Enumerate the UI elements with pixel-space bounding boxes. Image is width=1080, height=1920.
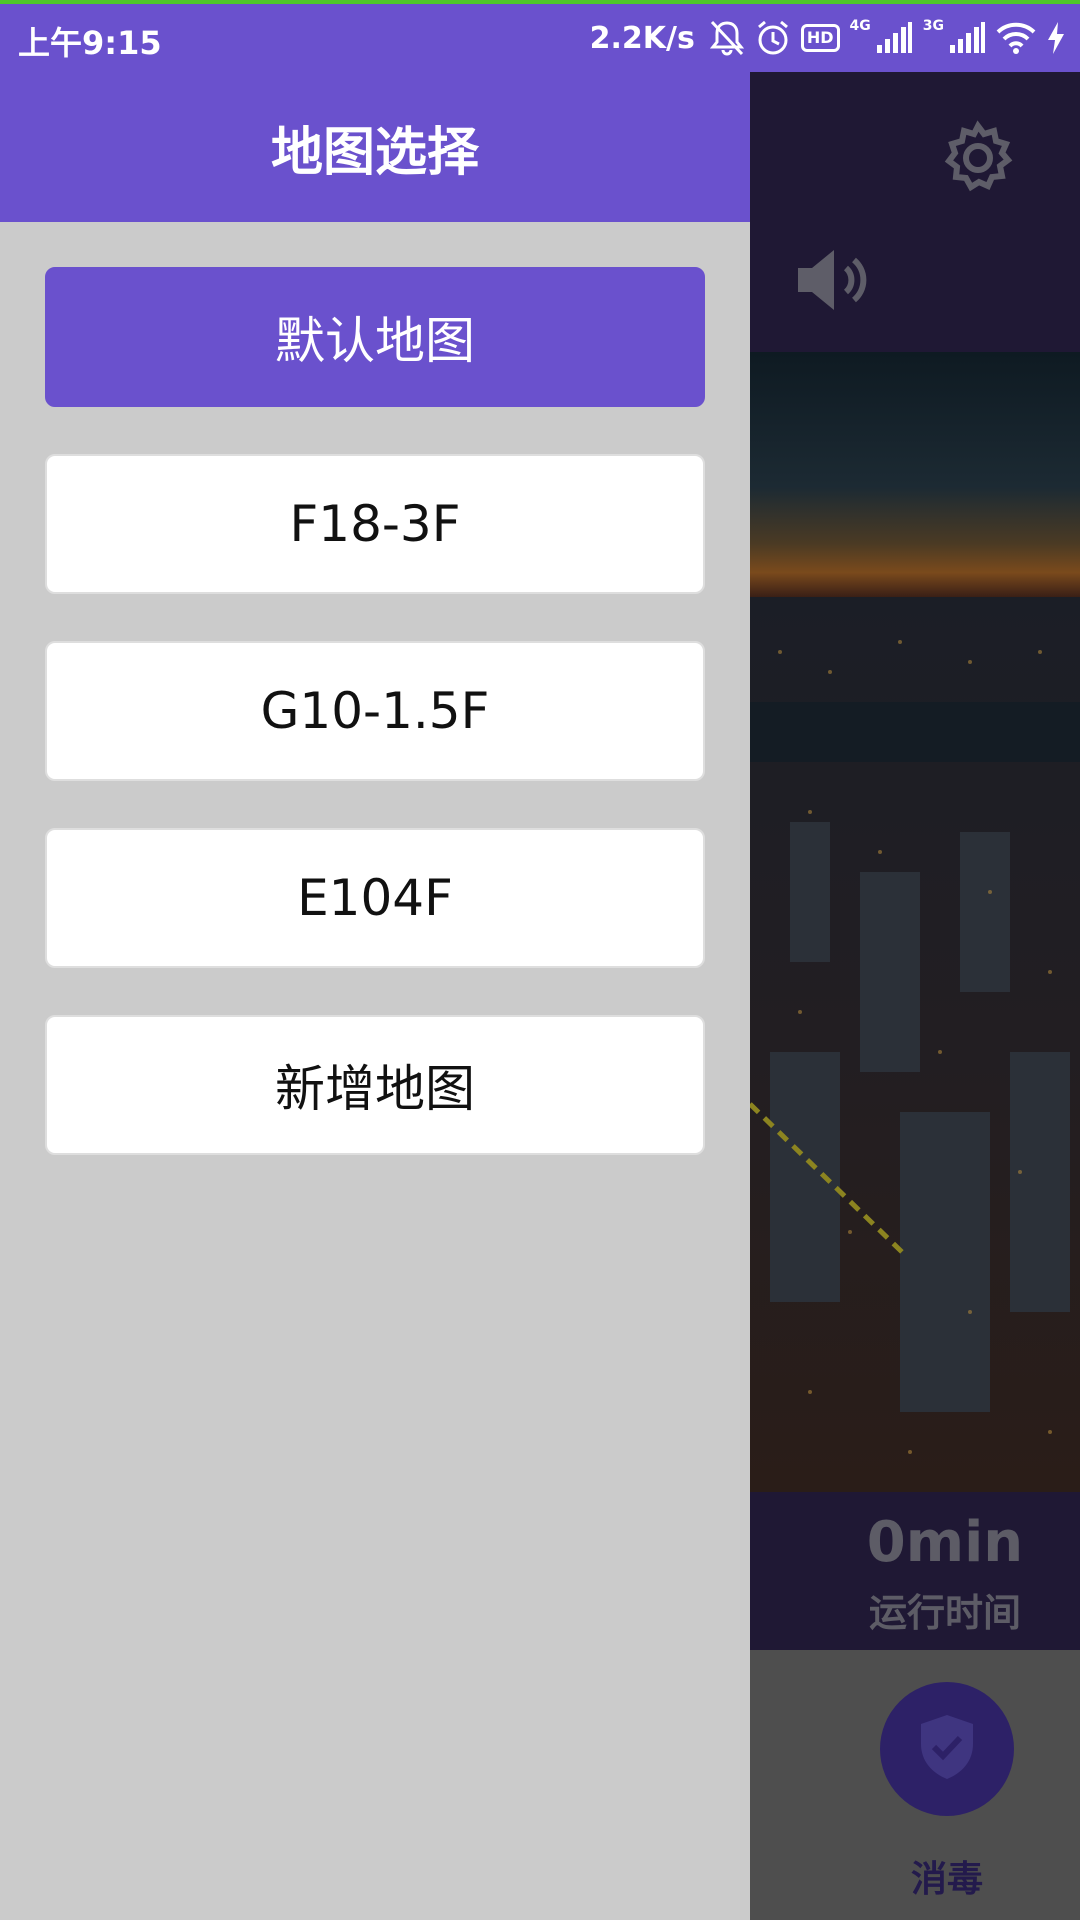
net-type-3g: 3G xyxy=(922,18,944,34)
wifi-icon xyxy=(996,18,1036,58)
map-item-g10-1-5f[interactable]: G10-1.5F xyxy=(45,641,705,781)
main-screen-scrim[interactable]: 0min 运行时间 消毒 xyxy=(750,72,1080,1920)
settings-icon[interactable] xyxy=(940,120,1016,196)
drawer-title: 地图选择 xyxy=(270,122,479,183)
charging-icon xyxy=(1046,18,1066,58)
alarm-icon xyxy=(755,18,791,58)
status-time: 上午9:15 xyxy=(18,24,162,62)
signal-4g-icon xyxy=(875,18,913,58)
map-select-drawer: 地图选择 默认地图 F18-3F G10-1.5F E104F 新增地图 xyxy=(0,72,750,1920)
runtime-panel: 0min 运行时间 xyxy=(750,1492,1080,1650)
mute-bell-icon xyxy=(709,18,745,58)
map-item-default[interactable]: 默认地图 xyxy=(45,267,705,407)
disinfect-label: 消毒 xyxy=(910,1859,983,1900)
hd-icon: HD xyxy=(800,24,840,52)
runtime-label: 运行时间 xyxy=(868,1591,1021,1635)
status-icons: 2.2K/s HD 4G 3G xyxy=(590,14,1066,62)
shield-check-icon xyxy=(917,1713,977,1785)
map-view[interactable] xyxy=(750,352,1080,1492)
disinfect-button[interactable] xyxy=(880,1682,1014,1816)
signal-3g-icon xyxy=(948,18,986,58)
drawer-header: 地图选择 xyxy=(0,72,750,222)
speaker-icon[interactable] xyxy=(794,240,872,320)
city-map-image xyxy=(750,352,1080,1492)
main-header xyxy=(750,72,1080,352)
map-list: 默认地图 F18-3F G10-1.5F E104F 新增地图 xyxy=(0,222,750,1155)
map-item-f18-3f[interactable]: F18-3F xyxy=(45,454,705,594)
status-accent-line xyxy=(0,0,1080,4)
net-speed: 2.2K/s xyxy=(589,20,695,56)
bottom-action-panel: 消毒 xyxy=(750,1650,1080,1920)
runtime-value: 0min xyxy=(866,1510,1024,1575)
add-map-button[interactable]: 新增地图 xyxy=(45,1015,705,1155)
net-type-4g: 4G xyxy=(849,18,871,34)
map-item-e104f[interactable]: E104F xyxy=(45,828,705,968)
status-bar: 上午9:15 2.2K/s HD 4G 3G xyxy=(0,4,1080,72)
